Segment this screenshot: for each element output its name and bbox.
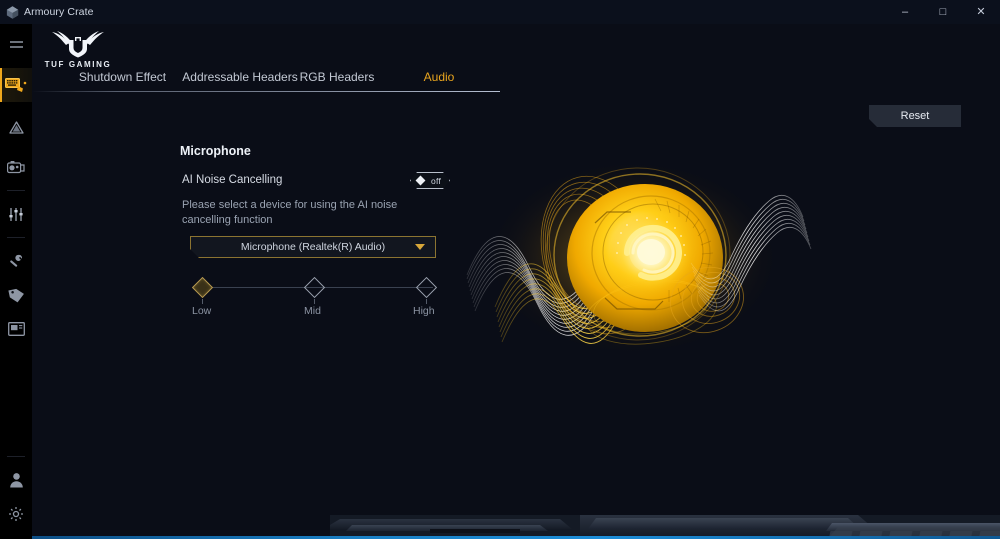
maximize-button[interactable]: □ xyxy=(924,0,962,24)
ai-noise-cancelling-toggle[interactable]: off xyxy=(410,172,450,189)
gear-settings-icon[interactable] xyxy=(0,497,32,531)
tab-audio[interactable]: Audio xyxy=(404,62,474,92)
slider-tick-high xyxy=(426,299,427,304)
slider-node-low[interactable] xyxy=(191,276,214,299)
slider-tick-low xyxy=(202,299,203,304)
noise-cancelling-level-slider[interactable]: Low Mid High xyxy=(190,276,438,320)
window-controls: – □ ✕ xyxy=(886,0,1000,24)
microphone-device-dropdown[interactable]: Microphone (Realtek(R) Audio) xyxy=(190,236,436,258)
tab-rgb-headers[interactable]: RGB Headers xyxy=(272,62,402,92)
tab-active-underline xyxy=(32,91,500,92)
ai-noise-cancelling-label: AI Noise Cancelling xyxy=(182,174,283,186)
slider-node-high[interactable] xyxy=(415,276,438,299)
armoury-crate-logo xyxy=(0,0,24,24)
toggle-state-label: off xyxy=(431,175,442,186)
audio-orb-artwork xyxy=(455,155,825,370)
slider-label-high: High xyxy=(413,305,435,317)
window-title: Armoury Crate xyxy=(24,6,94,18)
rail-divider-2 xyxy=(7,237,25,238)
slider-label-low: Low xyxy=(192,305,212,317)
toggle-knob xyxy=(416,176,426,186)
sidebar-item-device[interactable] xyxy=(0,68,32,102)
rail-bottom-group xyxy=(0,450,32,531)
sidebar-rail xyxy=(0,24,32,539)
close-button[interactable]: ✕ xyxy=(962,0,1000,24)
reset-label: Reset xyxy=(900,110,930,122)
tab-label: Shutdown Effect xyxy=(78,70,167,84)
slider-node-mid[interactable] xyxy=(303,276,326,299)
armoury-crate-window: Armoury Crate – □ ✕ TUF GAMING Shutdown … xyxy=(0,0,1000,539)
sidebar-item-tuning[interactable] xyxy=(0,197,32,231)
chevron-down-icon xyxy=(415,244,425,250)
title-bar: Armoury Crate – □ ✕ xyxy=(0,0,1000,24)
user-account-icon[interactable] xyxy=(0,463,32,497)
dropdown-value: Microphone (Realtek(R) Audio) xyxy=(240,241,386,253)
device-select-hint: Please select a device for using the AI … xyxy=(182,199,398,226)
sidebar-item-news[interactable] xyxy=(0,312,32,346)
slider-label-mid: Mid xyxy=(304,305,321,317)
sidebar-item-fan-cooling[interactable] xyxy=(0,150,32,184)
rail-divider-3 xyxy=(7,456,25,457)
reset-button[interactable]: Reset xyxy=(869,105,961,127)
slider-tick-mid xyxy=(314,299,315,304)
tab-bar: Shutdown Effect Addressable Headers RGB … xyxy=(32,62,1000,92)
tab-label: Audio xyxy=(423,70,455,84)
tab-label: RGB Headers xyxy=(299,70,375,84)
hamburger-menu-icon[interactable] xyxy=(0,28,32,62)
minimize-button[interactable]: – xyxy=(886,0,924,24)
sidebar-item-deals[interactable] xyxy=(0,278,32,312)
sidebar-item-aura[interactable] xyxy=(0,110,32,144)
bottom-decoration-panel xyxy=(0,505,1000,539)
section-title-microphone: Microphone xyxy=(180,144,251,158)
rail-divider xyxy=(7,190,25,191)
sidebar-item-tools[interactable] xyxy=(0,244,32,278)
